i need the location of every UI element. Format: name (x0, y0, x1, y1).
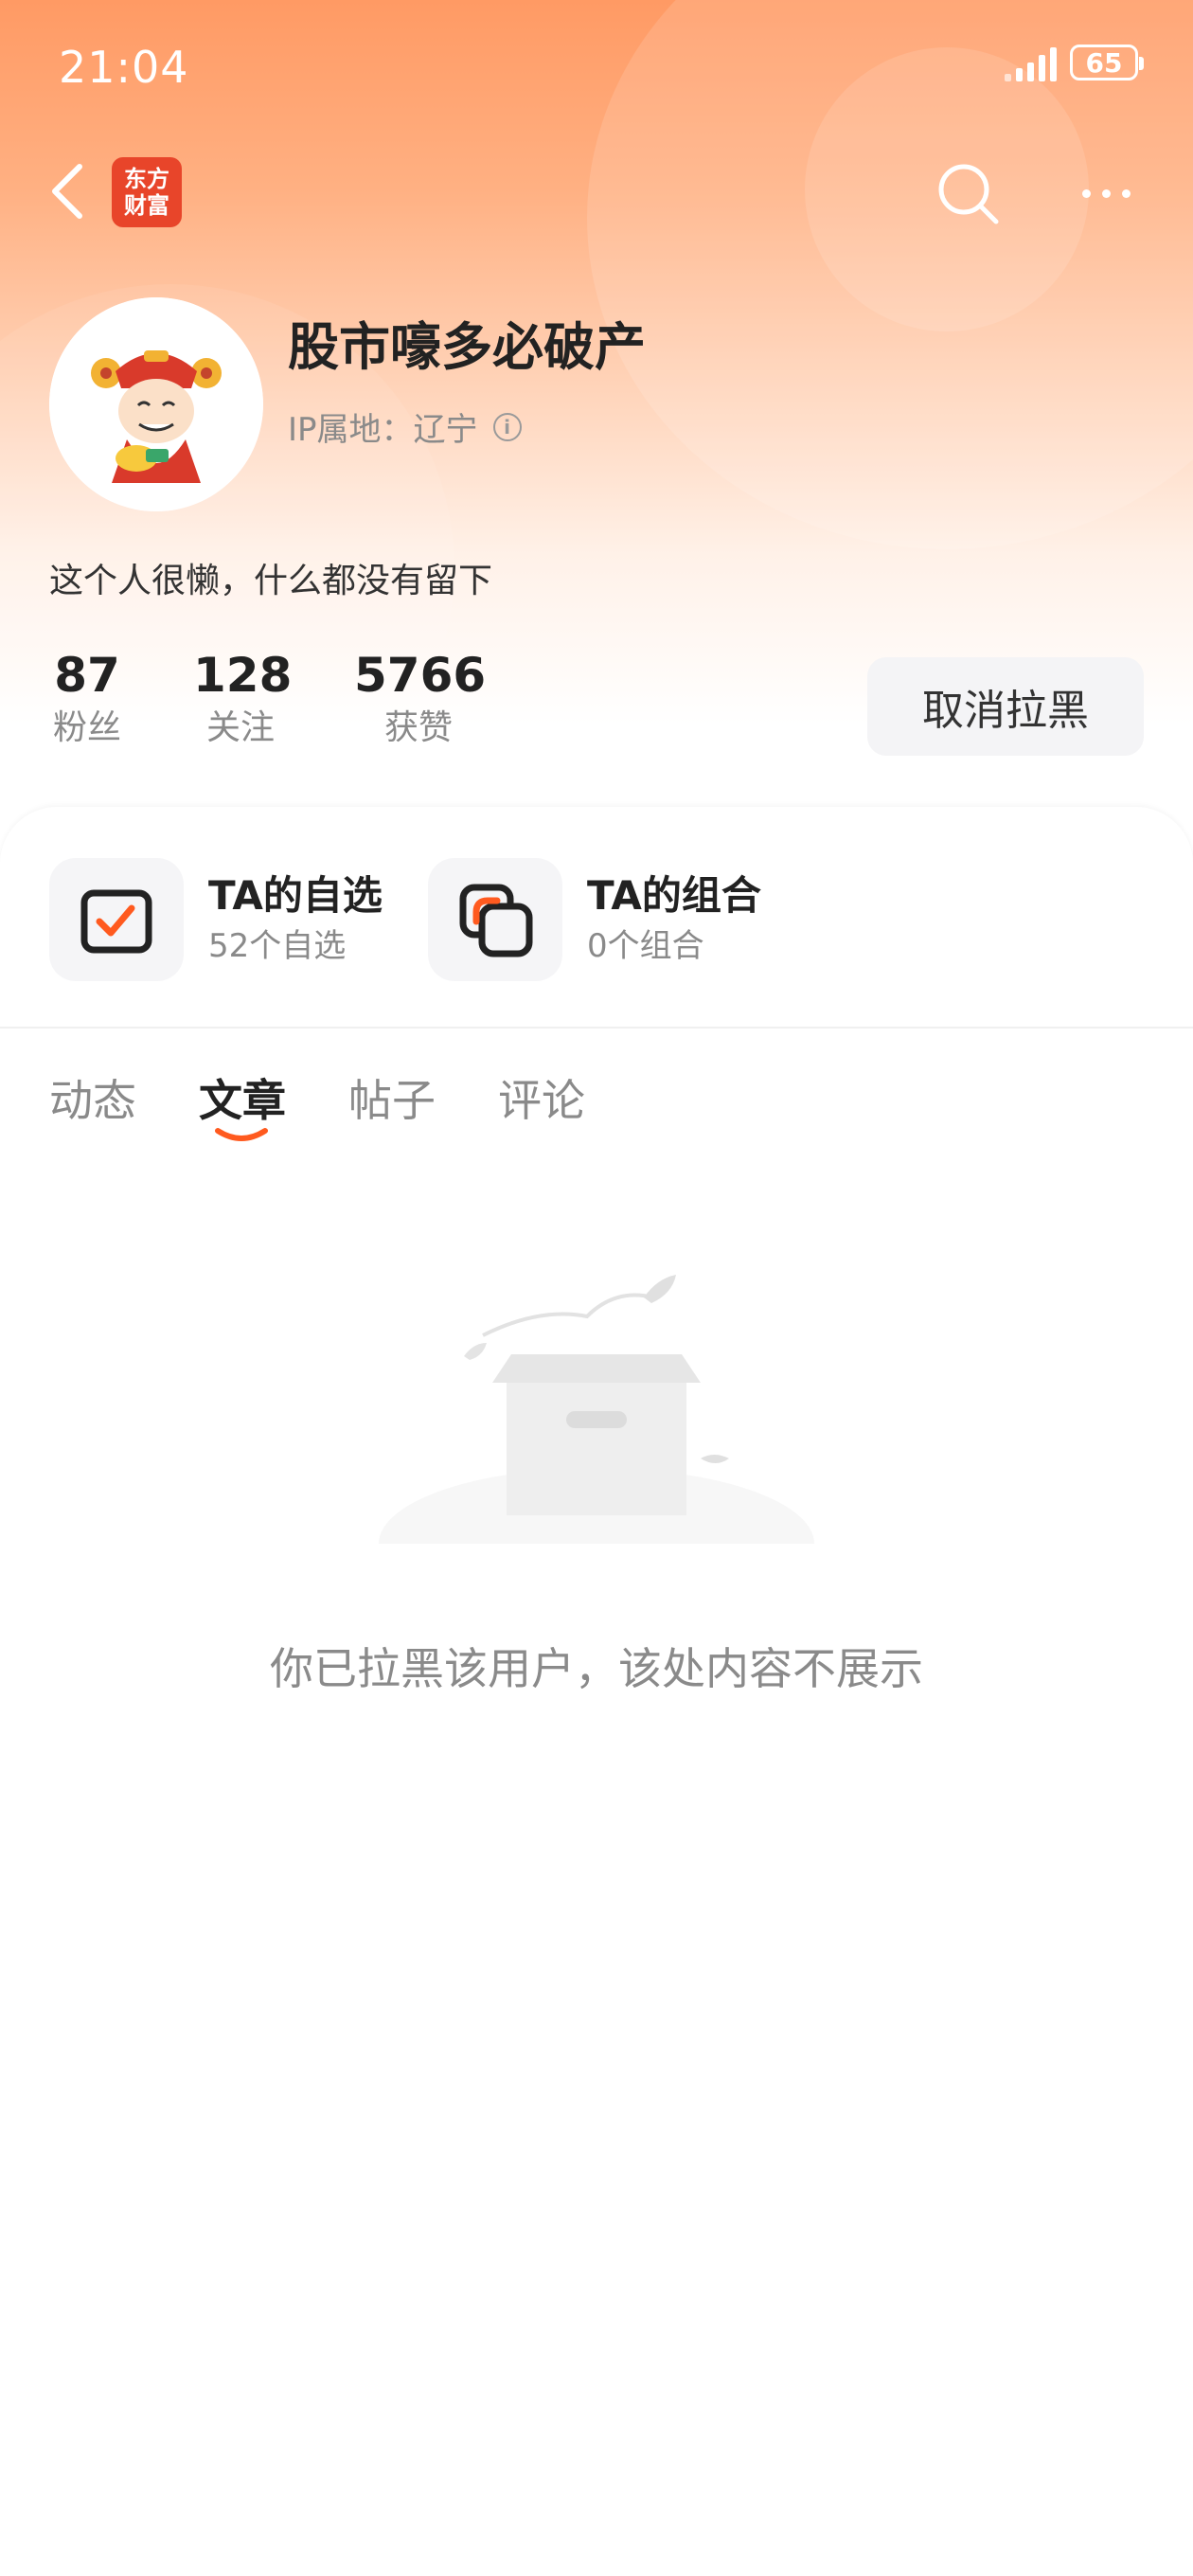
more-dot-icon (1121, 188, 1131, 198)
more-dot-icon (1101, 188, 1111, 198)
app-logo: 东方 财富 (112, 157, 182, 227)
portfolio-count: 0个组合 (587, 927, 704, 965)
unblock-button[interactable]: 取消拉黑 (867, 657, 1144, 756)
avatar-illustration (49, 297, 263, 511)
checkbox-icon (80, 889, 152, 954)
empty-state-message: 你已拉黑该用户，该处内容不展示 (270, 1643, 923, 1694)
feature-portfolio[interactable]: TA的组合 0个组合 (428, 858, 761, 981)
watchlist-count: 52个自选 (208, 927, 347, 965)
battery-level: 65 (1085, 46, 1123, 79)
tab-posts[interactable]: 帖子 (348, 1055, 436, 1146)
info-icon[interactable]: i (492, 412, 522, 441)
stat-likes-value: 5766 (354, 648, 487, 703)
portfolio-icon-box (428, 858, 562, 981)
signal-icon (1005, 44, 1057, 81)
tab-articles[interactable]: 文章 (199, 1055, 286, 1146)
battery-icon: 65 (1070, 45, 1144, 80)
search-icon (938, 164, 999, 224)
avatar[interactable] (49, 297, 263, 511)
more-button[interactable] (1070, 170, 1142, 216)
tab-dynamics[interactable]: 动态 (49, 1055, 136, 1146)
content-tabs: 动态 文章 帖子 评论 (49, 1055, 585, 1146)
stat-following-value: 128 (193, 648, 293, 703)
active-tab-indicator (215, 1128, 268, 1141)
search-button[interactable] (932, 157, 1004, 229)
stat-following[interactable]: 128 关注 (193, 644, 293, 750)
portfolio-title: TA的组合 (587, 872, 761, 919)
user-bio: 这个人很懒，什么都没有留下 (49, 562, 493, 600)
more-dot-icon (1081, 188, 1091, 198)
divider (0, 1027, 1193, 1029)
stat-fans-label: 粉丝 (52, 708, 121, 747)
watchlist-title: TA的自选 (208, 872, 383, 919)
watchlist-icon-box (49, 858, 184, 981)
chevron-left-icon (52, 164, 82, 219)
ip-location: IP属地：辽宁 i (288, 403, 522, 450)
tab-articles-label: 文章 (199, 1075, 286, 1126)
back-button[interactable] (44, 157, 91, 225)
status-icons: 65 (1005, 44, 1144, 81)
stat-fans-value: 87 (54, 648, 120, 703)
tab-comments[interactable]: 评论 (498, 1055, 585, 1146)
user-nickname: 股市嚎多必破产 (288, 317, 646, 377)
stat-likes-label: 获赞 (383, 708, 453, 747)
stat-following-label: 关注 (205, 708, 275, 747)
status-time: 21:04 (59, 42, 189, 93)
logo-text-line2: 财富 (124, 192, 169, 219)
stat-fans[interactable]: 87 粉丝 (49, 644, 125, 750)
ip-location-text: IP属地：辽宁 (288, 411, 478, 449)
stat-likes[interactable]: 5766 获赞 (354, 644, 487, 750)
portfolio-icon (459, 884, 533, 957)
feature-watchlist[interactable]: TA的自选 52个自选 (49, 858, 383, 981)
logo-text-line1: 东方 (124, 166, 169, 192)
empty-box-illustration (369, 1275, 824, 1572)
